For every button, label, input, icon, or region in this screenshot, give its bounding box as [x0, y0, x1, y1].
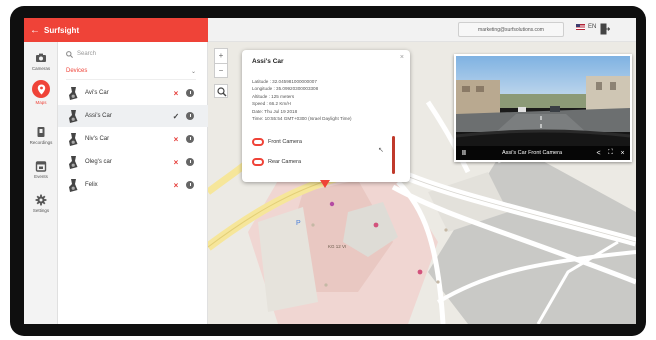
- nav-active-indicator: [32, 80, 50, 98]
- nav-item-recordings[interactable]: Recordings: [24, 126, 58, 145]
- search-box[interactable]: Search: [66, 48, 196, 60]
- device-row[interactable]: Oleg's car ×: [58, 151, 208, 173]
- back-arrow-icon[interactable]: ←: [30, 25, 40, 36]
- main-nav: Cameras Maps Recordings Events Settings: [24, 42, 58, 324]
- devices-group-header[interactable]: Devices ⌄: [66, 68, 196, 80]
- devices-label: Devices: [66, 68, 88, 74]
- detail-date: Date: Thu Jul 19 2018: [252, 108, 298, 114]
- nav-label-events: Events: [34, 174, 48, 179]
- device-row[interactable]: Niv's Car ×: [58, 128, 208, 150]
- detail-time: Time: 10:55:54 GMT+0300 (Israel Daylight…: [252, 116, 352, 122]
- map-marker-icon[interactable]: [320, 180, 330, 188]
- dashcam-icon: [69, 86, 78, 100]
- dashcam-icon: [69, 132, 78, 146]
- app-window: ← Surfsight marketing@surfsolutions.com …: [24, 18, 636, 324]
- history-icon[interactable]: [186, 135, 194, 143]
- device-name: Niv's Car: [85, 136, 110, 142]
- top-toolbar: marketing@surfsolutions.com EN: [208, 18, 636, 42]
- detail-longitude: Longitude : 35.09920300003308: [252, 86, 319, 92]
- vehicle-details: Latitude : 32.045981000000007 Longitude …: [252, 78, 352, 122]
- detail-speed: Speed : 66.2 Km/H: [252, 101, 291, 107]
- chevron-down-icon: ⌄: [190, 69, 196, 75]
- us-flag-icon: [576, 24, 585, 30]
- status-offline-icon: ×: [173, 88, 179, 98]
- zoom-in-button[interactable]: +: [215, 49, 227, 63]
- video-icon: [37, 127, 45, 137]
- language-selector[interactable]: EN: [576, 24, 596, 30]
- language-label: EN: [588, 24, 597, 30]
- status-online-icon: ✓: [172, 111, 180, 121]
- rear-camera-label: Rear Camera: [268, 159, 302, 165]
- nav-label-settings: Settings: [32, 208, 50, 213]
- dashcam-icon: [69, 178, 78, 192]
- magnifier-icon: [217, 87, 227, 97]
- popup-scrollbar[interactable]: [392, 136, 395, 174]
- map-pin-icon: [37, 84, 45, 94]
- rear-camera-button[interactable]: Rear Camera: [252, 156, 332, 168]
- camera-toggle-icon: [252, 158, 264, 166]
- device-name: Oleg's car: [85, 159, 112, 165]
- share-button[interactable]: <: [594, 150, 603, 157]
- map-label-building: KG 12 VI: [328, 244, 347, 249]
- dashcam-icon: [69, 155, 78, 169]
- video-title: Assi's Car Front Camera: [501, 150, 563, 156]
- nav-label-cameras: Cameras: [31, 66, 51, 71]
- status-offline-icon: ×: [173, 180, 179, 190]
- front-camera-button[interactable]: Front Camera: [252, 136, 332, 148]
- nav-item-cameras[interactable]: Cameras: [24, 52, 58, 71]
- fullscreen-button[interactable]: ⛶: [606, 149, 615, 157]
- device-name: Avi's Car: [85, 90, 109, 96]
- status-offline-icon: ×: [173, 134, 179, 144]
- nav-item-maps[interactable]: Maps: [24, 80, 58, 105]
- search-input[interactable]: Search: [77, 51, 96, 57]
- device-row[interactable]: Avi's Car ×: [58, 82, 208, 104]
- history-icon[interactable]: [186, 181, 194, 189]
- calendar-icon: [35, 161, 47, 172]
- camera-icon: [36, 53, 46, 62]
- nav-item-settings[interactable]: Settings: [24, 194, 58, 213]
- nav-label-maps: Maps: [35, 100, 47, 105]
- gear-icon: [35, 194, 47, 206]
- history-icon[interactable]: [186, 158, 194, 166]
- mouse-cursor-icon: ↖: [378, 147, 384, 154]
- popup-title: Assi's Car: [252, 58, 284, 65]
- device-name: Assi's Car: [85, 113, 112, 119]
- video-player[interactable]: II Assi's Car Front Camera < ⛶ ×: [454, 54, 632, 162]
- device-row[interactable]: Assi's Car ✓: [58, 105, 208, 127]
- history-icon[interactable]: [186, 89, 194, 97]
- dashcam-video-frame: [456, 56, 630, 150]
- device-panel: Search Devices ⌄ Avi's Car × Assi's Car …: [58, 42, 208, 324]
- pause-button[interactable]: II: [462, 150, 470, 157]
- zoom-out-button[interactable]: −: [215, 63, 227, 77]
- history-icon[interactable]: [186, 112, 194, 120]
- map-label-parking: P: [296, 220, 301, 227]
- zoom-control: + −: [214, 48, 228, 78]
- close-video-button[interactable]: ×: [618, 150, 627, 157]
- device-row[interactable]: Felix ×: [58, 174, 208, 196]
- logout-icon[interactable]: [600, 23, 610, 35]
- nav-label-recordings: Recordings: [29, 140, 53, 145]
- app-title: Surfsight: [44, 25, 80, 35]
- detail-altitude: Altitude : 125 meters: [252, 93, 295, 99]
- app-header: ← Surfsight: [24, 18, 208, 42]
- front-camera-label: Front Camera: [268, 139, 302, 145]
- video-controls: II Assi's Car Front Camera < ⛶ ×: [456, 146, 630, 160]
- vehicle-info-popup: Assi's Car × Latitude : 32.0459810000000…: [242, 50, 410, 182]
- camera-toggle-icon: [252, 138, 264, 146]
- user-email[interactable]: marketing@surfsolutions.com: [458, 22, 564, 37]
- dashcam-icon: [69, 109, 78, 123]
- device-name: Felix: [85, 182, 98, 188]
- search-icon: [66, 50, 73, 58]
- status-offline-icon: ×: [173, 157, 179, 167]
- nav-item-events[interactable]: Events: [24, 160, 58, 179]
- map-search-button[interactable]: [214, 84, 228, 98]
- popup-close-button[interactable]: ×: [400, 54, 404, 61]
- detail-latitude: Latitude : 32.045981000000007: [252, 79, 317, 84]
